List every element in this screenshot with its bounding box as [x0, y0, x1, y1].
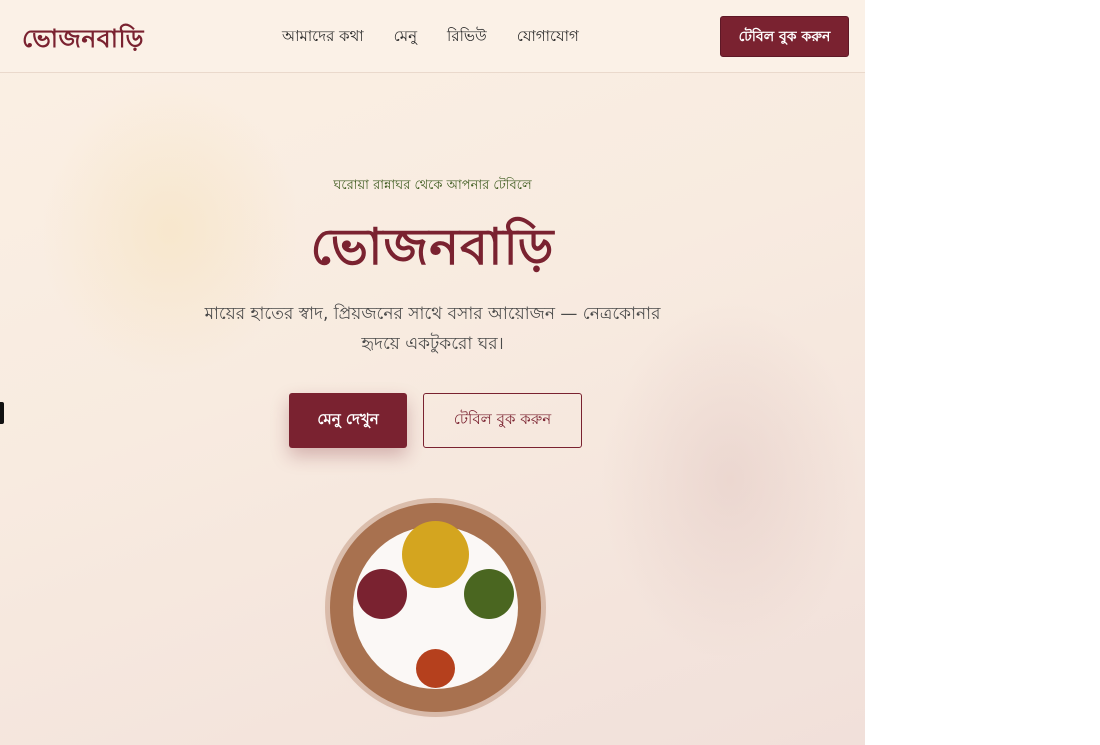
main-nav: আমাদের কথা মেনু রিভিউ যোগাযোগ	[282, 25, 579, 50]
nav-item-about[interactable]: আমাদের কথা	[282, 25, 364, 50]
brand-logo[interactable]: ভোজনবাড়ি	[22, 19, 144, 62]
orange-bowl	[416, 649, 455, 688]
nav-item-menu[interactable]: মেনু	[394, 25, 417, 50]
red-bowl	[357, 569, 407, 619]
book-table-button[interactable]: টেবিল বুক করুন	[423, 393, 582, 448]
hero-kicker: ঘরোয়া রান্নাঘর থেকে আপনার টেবিলে	[333, 178, 532, 193]
book-table-header-button[interactable]: টেবিল বুক করুন	[720, 16, 849, 57]
hero-tagline: মায়ের হাতের স্বাদ, প্রিয়জনের সাথে বসার…	[204, 304, 661, 354]
yellow-bowl	[402, 521, 469, 588]
side-handle[interactable]	[0, 402, 4, 424]
site-header: ভোজনবাড়ি আমাদের কথা মেনু রিভিউ যোগাযোগ …	[0, 0, 865, 73]
green-bowl	[464, 569, 514, 619]
nav-item-contact[interactable]: যোগাযোগ	[517, 25, 579, 50]
hero-title: ভোজনবাড়ি	[310, 217, 555, 276]
page-viewport: ভোজনবাড়ি আমাদের কথা মেনু রিভিউ যোগাযোগ …	[0, 0, 865, 745]
nav-item-reviews[interactable]: রিভিউ	[447, 25, 487, 50]
view-menu-button[interactable]: মেনু দেখুন	[289, 393, 407, 448]
